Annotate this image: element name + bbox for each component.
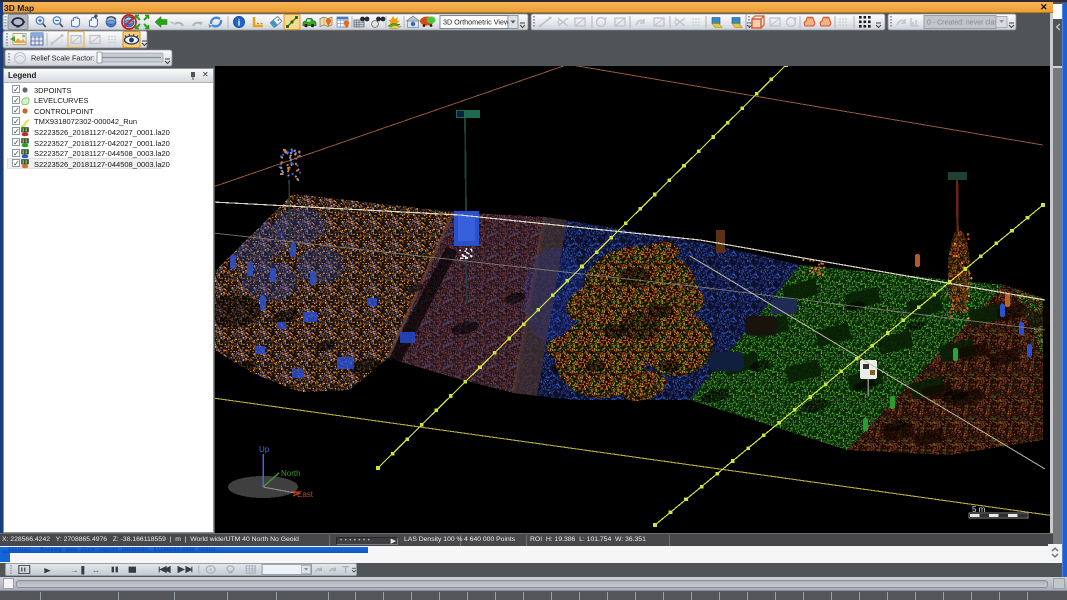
- svg-text:↔: ↔: [92, 566, 100, 574]
- svg-text:Up: Up: [259, 445, 270, 454]
- svg-text:North: North: [281, 469, 301, 478]
- svg-text:3D Orthometric View: 3D Orthometric View: [443, 18, 510, 27]
- svg-text:0 - Created: never clas: 0 - Created: never clas: [927, 20, 998, 27]
- svg-text:→▐: →▐: [70, 565, 85, 575]
- svg-text:East: East: [297, 490, 314, 499]
- svg-text:Relief Scale Factor:: Relief Scale Factor:: [31, 54, 95, 63]
- svg-text:▶: ▶: [44, 566, 52, 574]
